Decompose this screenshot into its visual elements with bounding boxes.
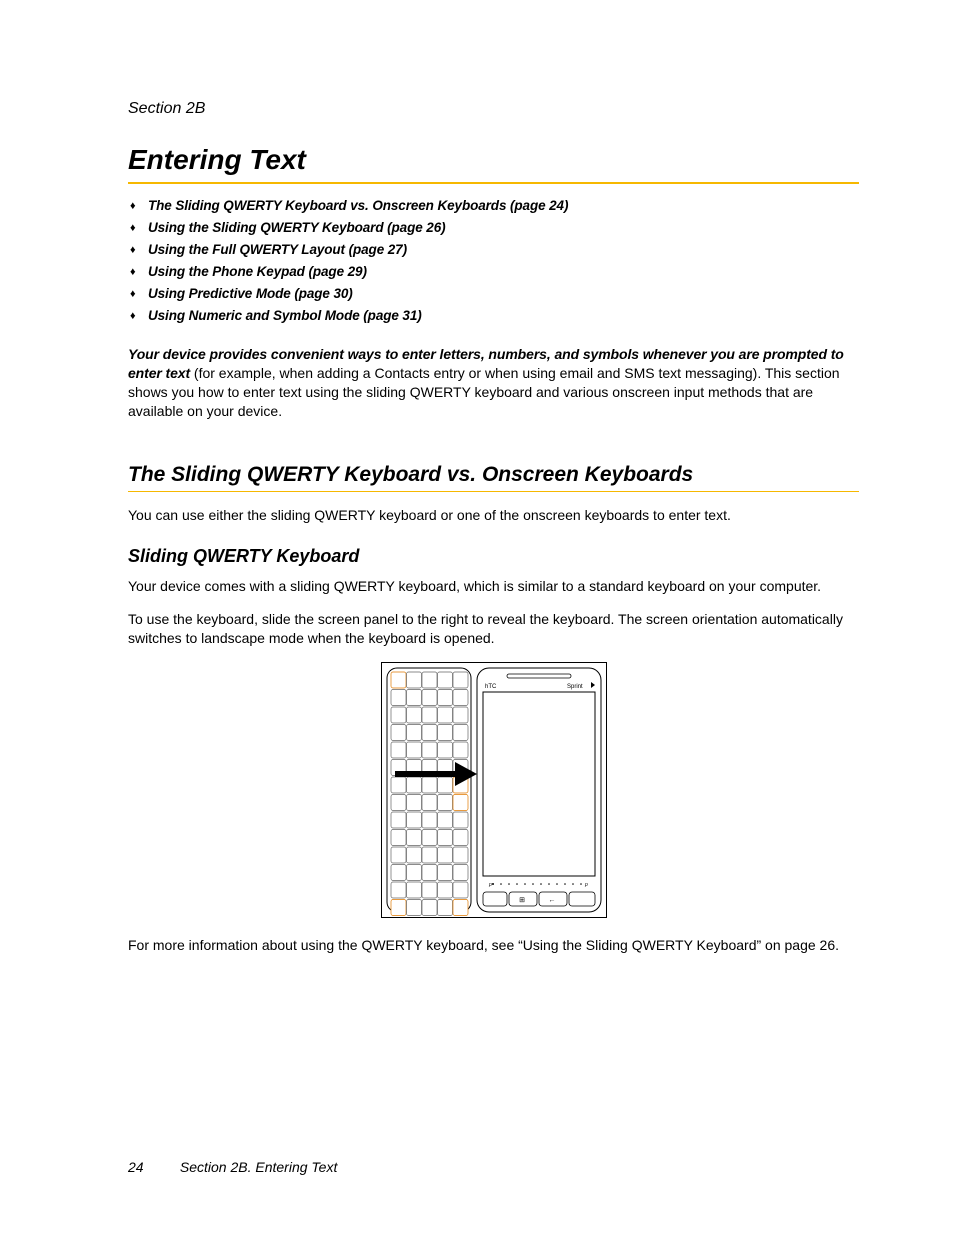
svg-text:p: p <box>584 882 588 888</box>
brand-label: hTC <box>485 684 497 690</box>
heading-sliding-vs-onscreen: The Sliding QWERTY Keyboard vs. Onscreen… <box>128 463 859 487</box>
screen-half: hTC Sprint p p ⊞ ← <box>477 668 601 912</box>
intro-paragraph: Your device provides convenient ways to … <box>128 345 859 421</box>
heading-sliding-qwerty: Sliding QWERTY Keyboard <box>128 546 859 567</box>
toc-item[interactable]: Using the Phone Keypad (page 29) <box>148 264 859 279</box>
page-title: Entering Text <box>128 144 859 176</box>
toc-item[interactable]: Using Numeric and Symbol Mode (page 31) <box>148 308 859 323</box>
svg-text:p: p <box>488 882 492 888</box>
page: Section 2B Entering Text The Sliding QWE… <box>0 0 954 1235</box>
section-label: Section 2B <box>128 100 859 118</box>
h2-rule <box>128 491 859 492</box>
paragraph: Your device comes with a sliding QWERTY … <box>128 577 859 596</box>
footer-section-text: Section 2B. Entering Text <box>180 1159 337 1175</box>
page-footer: 24 Section 2B. Entering Text <box>128 1159 337 1175</box>
toc-list: The Sliding QWERTY Keyboard vs. Onscreen… <box>128 198 859 323</box>
intro-rest: (for example, when adding a Contacts ent… <box>128 365 840 419</box>
carrier-label: Sprint <box>567 684 583 690</box>
toc-item[interactable]: Using Predictive Mode (page 30) <box>148 286 859 301</box>
device-figure: hTC Sprint p p ⊞ ← <box>381 662 607 918</box>
paragraph: To use the keyboard, slide the screen pa… <box>128 610 859 648</box>
toc-item[interactable]: The Sliding QWERTY Keyboard vs. Onscreen… <box>148 198 859 213</box>
device-screen <box>483 692 595 876</box>
paragraph: You can use either the sliding QWERTY ke… <box>128 506 859 525</box>
footer-page-number: 24 <box>128 1159 176 1175</box>
paragraph: For more information about using the QWE… <box>128 936 859 955</box>
svg-text:⊞: ⊞ <box>519 897 525 904</box>
toc-item[interactable]: Using the Full QWERTY Layout (page 27) <box>148 242 859 257</box>
toc-item[interactable]: Using the Sliding QWERTY Keyboard (page … <box>148 220 859 235</box>
title-rule <box>128 182 859 184</box>
svg-text:←: ← <box>548 897 555 904</box>
